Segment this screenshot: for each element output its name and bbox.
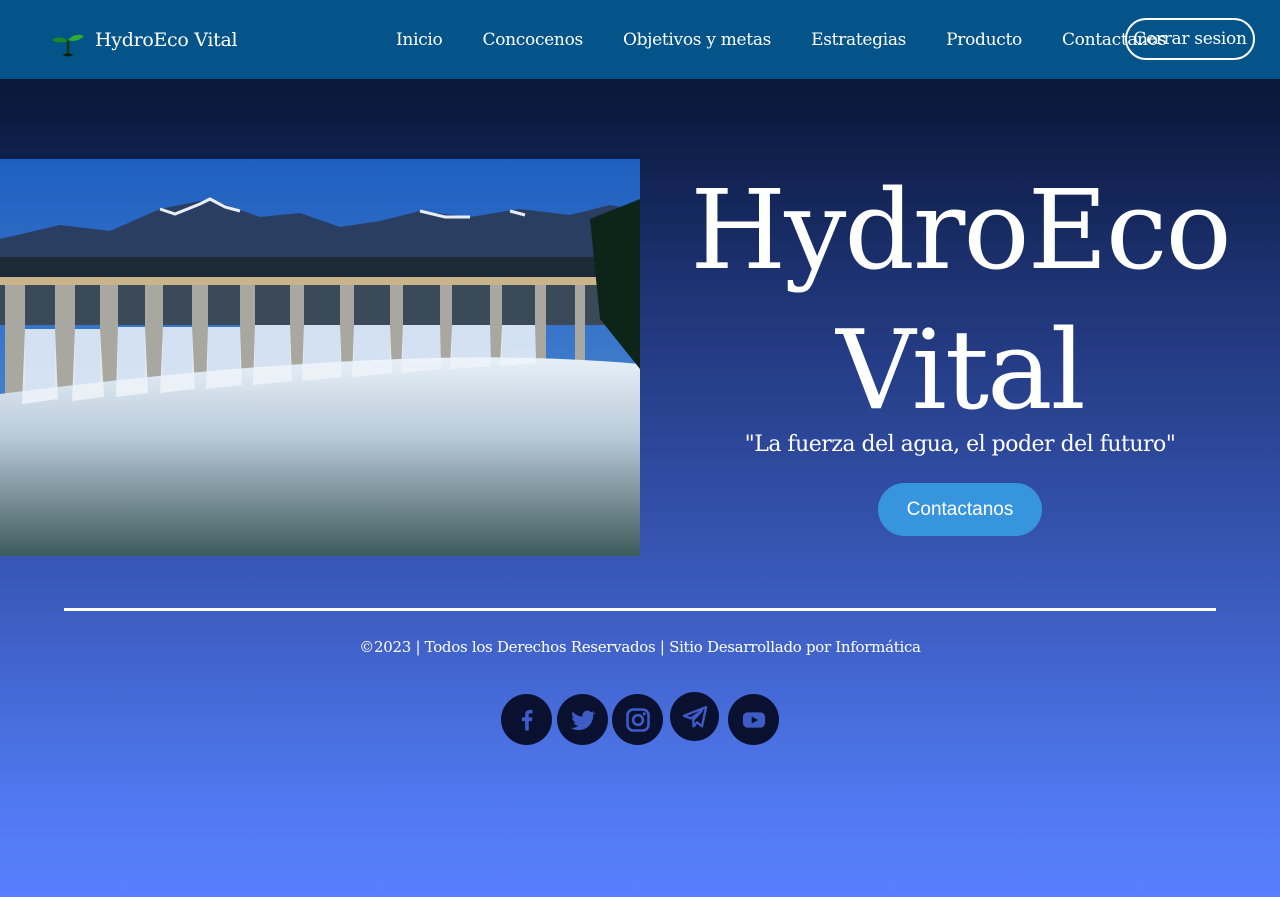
nav-link-producto[interactable]: Producto bbox=[926, 30, 1042, 50]
navbar: HydroEco Vital Inicio Concocenos Objetiv… bbox=[0, 0, 1280, 79]
telegram-icon[interactable] bbox=[670, 692, 719, 741]
hero-title-line-1: HydroEco bbox=[690, 166, 1231, 294]
hero-title: HydroEco Vital bbox=[660, 160, 1260, 440]
brand[interactable]: HydroEco Vital bbox=[50, 22, 238, 58]
twitter-icon[interactable] bbox=[557, 694, 608, 745]
nav-link-inicio[interactable]: Inicio bbox=[376, 30, 463, 50]
brand-name: HydroEco Vital bbox=[95, 29, 238, 51]
logout-button[interactable]: Cerrar sesion bbox=[1125, 18, 1255, 60]
nav-link-estrategias[interactable]: Estrategias bbox=[791, 30, 926, 50]
nav-link-objetivos[interactable]: Objetivos y metas bbox=[603, 30, 791, 50]
copyright-text: ©2023 | Todos los Derechos Reservados | … bbox=[359, 638, 921, 656]
youtube-icon[interactable] bbox=[728, 694, 779, 745]
hero-dam-image bbox=[0, 159, 640, 556]
hero-title-line-2: Vital bbox=[836, 306, 1086, 434]
sprout-icon bbox=[52, 34, 84, 57]
main-nav: Inicio Concocenos Objetivos y metas Estr… bbox=[376, 0, 1186, 79]
contact-button[interactable]: Contactanos bbox=[878, 483, 1042, 536]
instagram-icon[interactable] bbox=[612, 694, 663, 745]
facebook-icon[interactable] bbox=[501, 694, 552, 745]
hero-tagline: "La fuerza del agua, el poder del futuro… bbox=[744, 432, 1176, 457]
nav-link-concocenos[interactable]: Concocenos bbox=[463, 30, 603, 50]
footer-divider bbox=[64, 608, 1216, 611]
